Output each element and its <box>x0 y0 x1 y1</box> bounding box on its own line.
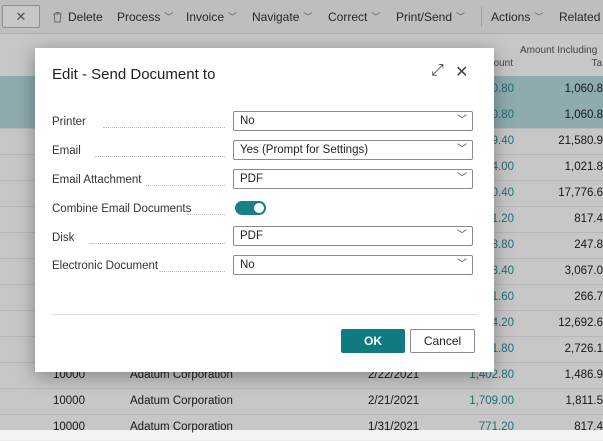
toggle-knob <box>254 203 264 213</box>
email-attachment-select[interactable]: PDF ﹀ <box>233 169 473 189</box>
chevron-down-icon: ﹀ <box>457 144 467 155</box>
dialog-divider <box>52 314 477 315</box>
disk-value: PDF <box>240 230 263 242</box>
email-attachment-label: Email Attachment <box>52 174 142 186</box>
leader-dots <box>103 126 225 128</box>
printer-label: Printer <box>52 116 86 128</box>
email-select[interactable]: Yes (Prompt for Settings) ﹀ <box>233 140 473 160</box>
printer-value: No <box>240 115 255 127</box>
disk-label: Disk <box>52 232 75 244</box>
leader-dots <box>146 184 225 186</box>
electronic-document-select[interactable]: No ﹀ <box>233 255 473 275</box>
chevron-down-icon: ﹀ <box>457 259 467 270</box>
electronic-document-label: Electronic Document <box>52 260 159 272</box>
close-icon[interactable]: ✕ <box>455 62 468 82</box>
chevron-down-icon: ﹀ <box>457 230 467 241</box>
leader-dots <box>89 242 225 244</box>
email-value: Yes (Prompt for Settings) <box>240 144 369 156</box>
ok-button[interactable]: OK <box>341 329 405 353</box>
electronic-document-value: No <box>240 259 255 271</box>
email-attachment-value: PDF <box>240 173 263 185</box>
leader-dots <box>187 213 225 215</box>
printer-select[interactable]: No ﹀ <box>233 111 473 131</box>
chevron-down-icon: ﹀ <box>457 173 467 184</box>
combine-email-label: Combine Email Documents <box>52 203 192 215</box>
cancel-button[interactable]: Cancel <box>410 329 475 353</box>
chevron-down-icon: ﹀ <box>457 115 467 126</box>
leader-dots <box>95 155 225 157</box>
email-label: Email <box>52 145 81 157</box>
combine-email-toggle[interactable] <box>235 201 266 215</box>
leader-dots <box>159 270 225 272</box>
dialog-title: Edit - Send Document to <box>52 66 216 83</box>
disk-select[interactable]: PDF ﹀ <box>233 226 473 246</box>
expand-icon[interactable]: ⤢ <box>431 62 444 80</box>
send-document-dialog: Edit - Send Document to ⤢ ✕ Printer No ﹀ … <box>35 48 494 372</box>
